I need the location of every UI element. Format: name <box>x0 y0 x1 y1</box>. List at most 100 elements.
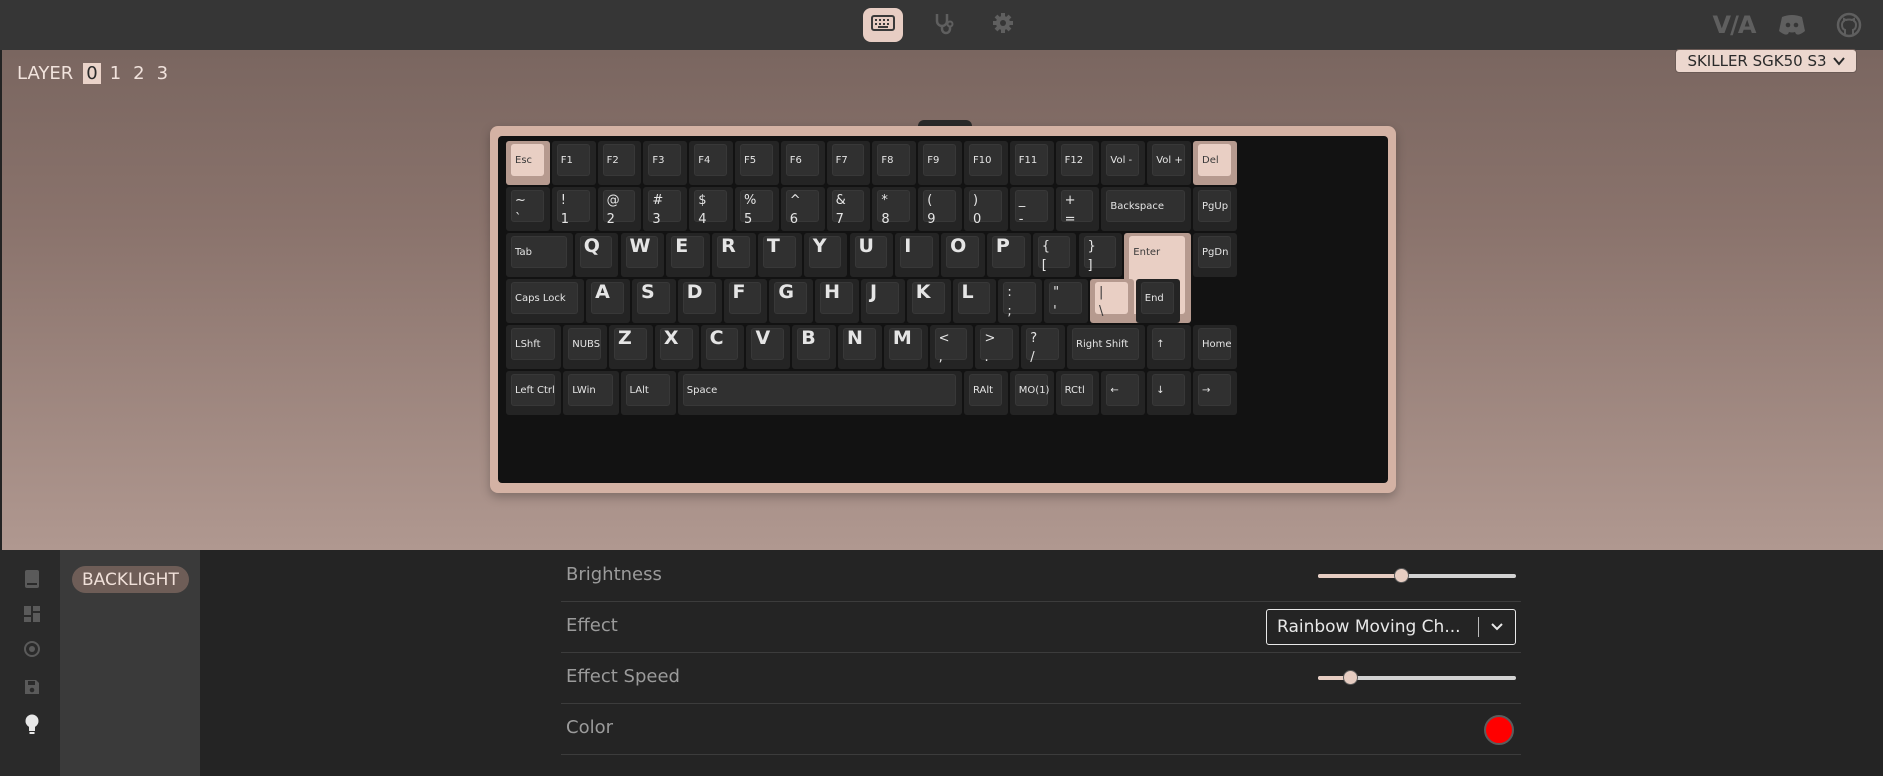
key-j[interactable]: J <box>860 279 905 323</box>
key-right-shift[interactable]: Right Shift <box>1067 325 1146 369</box>
key-r[interactable]: R <box>712 233 756 277</box>
effect-speed-slider[interactable] <box>1318 670 1516 685</box>
key-#3[interactable]: # 3 <box>643 187 688 231</box>
key-←[interactable]: ← <box>1101 371 1146 415</box>
key-$4[interactable]: $ 4 <box>689 187 733 231</box>
key-f3[interactable]: F3 <box>643 141 688 185</box>
key-v[interactable]: V <box>746 325 791 369</box>
layer-2-button[interactable]: 2 <box>130 63 147 84</box>
key-s[interactable]: S <box>631 279 676 323</box>
key-a[interactable]: A <box>586 279 630 323</box>
key-^6[interactable]: ^ 6 <box>780 187 825 231</box>
key-f12[interactable]: F12 <box>1055 141 1100 185</box>
key-{[[interactable]: { [ <box>1032 233 1077 277</box>
lightbulb-icon[interactable] <box>20 712 44 736</box>
book-icon[interactable] <box>20 567 44 591</box>
key-n[interactable]: N <box>838 325 882 369</box>
key-f11[interactable]: F11 <box>1009 141 1054 185</box>
key-u[interactable]: U <box>849 233 894 277</box>
key-rctl[interactable]: RCtl <box>1055 371 1100 415</box>
grid-icon[interactable] <box>20 602 44 626</box>
macro-icon[interactable] <box>20 637 44 661</box>
key-end[interactable]: End <box>1135 279 1180 323</box>
device-selector[interactable]: SKILLER SGK50 S3 <box>1675 49 1857 73</box>
effect-dropdown[interactable]: Rainbow Moving Ch... <box>1266 609 1516 645</box>
key-z[interactable]: Z <box>609 325 653 369</box>
key-"'[interactable]: " ' <box>1044 279 1088 323</box>
key-pgdn[interactable]: PgDn <box>1193 233 1237 277</box>
key->.[interactable]: > . <box>975 325 1020 369</box>
key-c[interactable]: C <box>700 325 745 369</box>
color-swatch[interactable] <box>1484 715 1514 745</box>
key-m[interactable]: M <box>883 325 928 369</box>
key-}][interactable]: } ] <box>1078 233 1123 277</box>
key-vol-+[interactable]: Vol + <box>1147 141 1191 185</box>
key-w[interactable]: W <box>620 233 665 277</box>
key-f9[interactable]: F9 <box>918 141 962 185</box>
key-i[interactable]: I <box>895 233 940 277</box>
key-&7[interactable]: & 7 <box>826 187 871 231</box>
key-nubs[interactable]: NUBS <box>563 325 608 369</box>
key-~`[interactable]: ~ ` <box>506 187 550 231</box>
key-vol--[interactable]: Vol - <box>1101 141 1146 185</box>
key-home[interactable]: Home <box>1193 325 1237 369</box>
key-:;[interactable]: : ; <box>998 279 1043 323</box>
key-e[interactable]: E <box>666 233 711 277</box>
key-f[interactable]: F <box>723 279 768 323</box>
key-h[interactable]: H <box>815 279 859 323</box>
key-*8[interactable]: * 8 <box>872 187 917 231</box>
key-↓[interactable]: ↓ <box>1147 371 1191 415</box>
key-l[interactable]: L <box>952 279 997 323</box>
layer-0-button[interactable]: 0 <box>83 63 101 84</box>
settings-tab[interactable] <box>983 8 1023 42</box>
key-)0[interactable]: ) 0 <box>964 187 1008 231</box>
key-esc[interactable]: Esc <box>506 141 550 185</box>
key-?/[interactable]: ? / <box>1021 325 1066 369</box>
key-o[interactable]: O <box>941 233 985 277</box>
key-+=[interactable]: + = <box>1055 187 1100 231</box>
github-icon[interactable] <box>1832 10 1866 40</box>
via-logo[interactable]: V/A <box>1712 10 1757 40</box>
key-@2[interactable]: @ 2 <box>597 187 642 231</box>
key-left-ctrl[interactable]: Left Ctrl <box>506 371 562 415</box>
key-f7[interactable]: F7 <box>826 141 871 185</box>
key-ralt[interactable]: RAlt <box>964 371 1008 415</box>
key-_-[interactable]: _ - <box>1009 187 1054 231</box>
brightness-slider[interactable] <box>1318 568 1516 583</box>
key-t[interactable]: T <box>757 233 802 277</box>
key-f1[interactable]: F1 <box>551 141 596 185</box>
key-caps-lock[interactable]: Caps Lock <box>506 279 585 323</box>
key-(9[interactable]: ( 9 <box>918 187 962 231</box>
key-f2[interactable]: F2 <box>597 141 642 185</box>
key-pgup[interactable]: PgUp <box>1193 187 1237 231</box>
test-tab[interactable] <box>923 8 963 42</box>
key-f6[interactable]: F6 <box>780 141 825 185</box>
key-f5[interactable]: F5 <box>735 141 779 185</box>
key-p[interactable]: P <box>986 233 1031 277</box>
key-x[interactable]: X <box>654 325 699 369</box>
key-k[interactable]: K <box>906 279 951 323</box>
key-d[interactable]: D <box>677 279 722 323</box>
effect-speed-slider-thumb[interactable] <box>1342 670 1358 685</box>
key-<,[interactable]: < , <box>929 325 974 369</box>
key-→[interactable]: → <box>1193 371 1237 415</box>
layer-3-button[interactable]: 3 <box>154 63 171 84</box>
save-icon[interactable] <box>20 675 44 699</box>
layer-1-button[interactable]: 1 <box>107 63 124 84</box>
key-tab[interactable]: Tab <box>506 233 573 277</box>
key-lshft[interactable]: LShft <box>506 325 562 369</box>
key-f8[interactable]: F8 <box>872 141 917 185</box>
chevron-down-icon[interactable] <box>1479 622 1515 632</box>
key-g[interactable]: G <box>769 279 814 323</box>
discord-icon[interactable] <box>1775 10 1809 40</box>
brightness-slider-thumb[interactable] <box>1394 568 1410 583</box>
menu-item-backlight[interactable]: BACKLIGHT <box>72 566 189 593</box>
key-f4[interactable]: F4 <box>689 141 733 185</box>
configure-tab[interactable] <box>863 8 903 42</box>
key-backspace[interactable]: Backspace <box>1101 187 1191 231</box>
key-lalt[interactable]: LAlt <box>620 371 676 415</box>
key-!1[interactable]: ! 1 <box>551 187 596 231</box>
key-del[interactable]: Del <box>1193 141 1237 185</box>
key-q[interactable]: Q <box>574 233 619 277</box>
key-f10[interactable]: F10 <box>964 141 1008 185</box>
